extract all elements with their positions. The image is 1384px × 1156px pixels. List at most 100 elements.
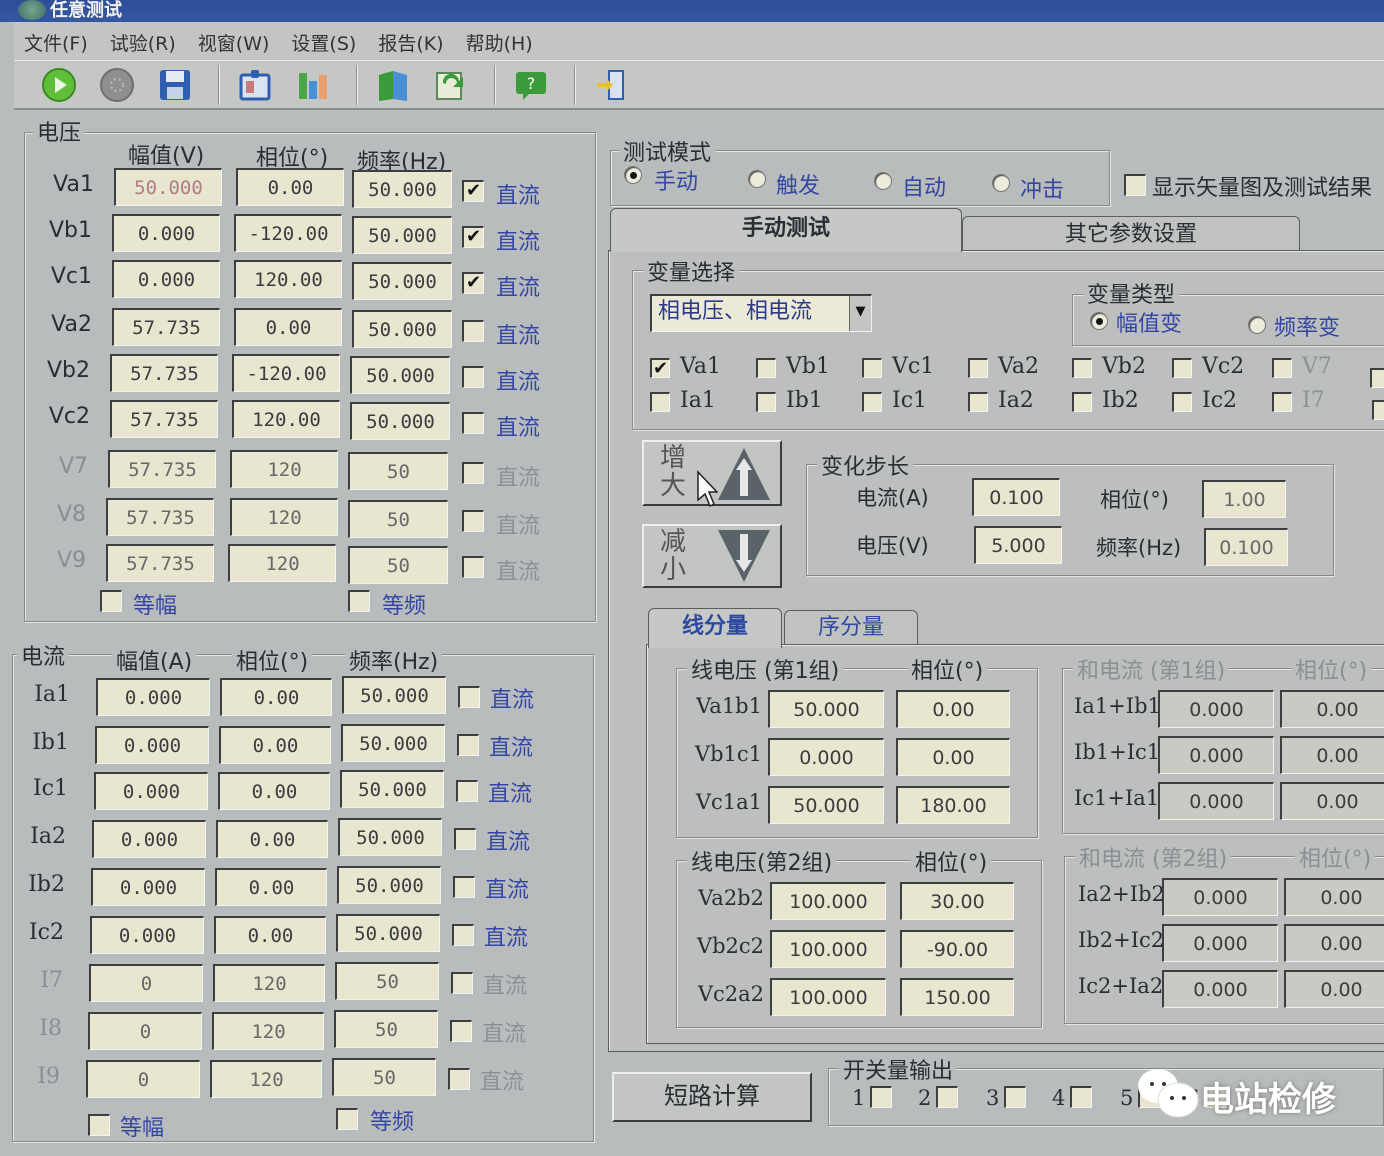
current-amplitude-input[interactable]: 0.000 [90,916,204,954]
current-dc-checkbox[interactable] [458,686,480,708]
variable-checkbox-overflow[interactable] [1370,368,1384,388]
switch-output-checkbox-1[interactable] [870,1086,892,1108]
save-button[interactable] [150,64,200,106]
current-frequency-input[interactable]: 50 [332,1058,436,1096]
current-amplitude-input[interactable]: 0 [89,964,203,1002]
current-frequency-input[interactable]: 50.000 [337,866,441,904]
book-button[interactable] [368,64,418,106]
menu-window[interactable]: 视窗(W) [198,29,270,56]
current-equal-amp-checkbox[interactable] [88,1114,110,1136]
voltage-dc-checkbox[interactable]: ✔ [462,226,484,248]
help-button[interactable]: ? [506,64,556,106]
voltage-dc-checkbox[interactable] [462,412,484,434]
current-frequency-input[interactable]: 50.000 [336,914,440,952]
current-frequency-input[interactable]: 50.000 [341,724,445,762]
refresh-button[interactable] [426,64,476,106]
voltage-amplitude-input[interactable]: 57.735 [108,450,216,488]
switch-output-checkbox-2[interactable] [936,1086,958,1108]
voltage-phase-input[interactable]: 0.00 [234,308,342,346]
current-amplitude-input[interactable]: 0.000 [96,678,210,716]
voltage-phase-input[interactable]: 0.00 [236,168,344,206]
current-frequency-input[interactable]: 50.000 [342,676,446,714]
current-dc-checkbox[interactable] [452,924,474,946]
voltage-frequency-input[interactable]: 50 [348,546,448,584]
current-amplitude-input[interactable]: 0.000 [91,868,205,906]
voltage-frequency-input[interactable]: 50.000 [352,216,452,254]
current-frequency-input[interactable]: 50.000 [340,770,444,808]
voltage-equal-freq-checkbox[interactable] [348,590,370,612]
voltage-dc-checkbox[interactable]: ✔ [462,272,484,294]
variable-checkbox-ia2[interactable] [968,392,988,412]
type-amplitude-radio[interactable] [1090,312,1108,330]
chart-button[interactable] [288,64,338,106]
voltage-phase-input[interactable]: 120 [230,450,338,488]
chevron-down-icon[interactable]: ▼ [849,296,871,331]
voltage-amplitude-input[interactable]: 0.000 [112,214,220,252]
variable-checkbox-ic2[interactable] [1172,392,1192,412]
voltage-frequency-input[interactable]: 50.000 [352,310,452,348]
current-phase-input[interactable]: 0.00 [216,820,328,858]
current-phase-input[interactable]: 0.00 [215,868,327,906]
voltage-dc-checkbox[interactable] [462,510,484,532]
voltage-phase-input[interactable]: 120.00 [234,260,342,298]
tab-line-component[interactable]: 线分量 [648,608,782,648]
variable-checkbox-ib1[interactable] [756,392,776,412]
current-frequency-input[interactable]: 50.000 [338,818,442,856]
variable-checkbox-va2[interactable] [968,358,988,378]
short-circuit-calc-button[interactable]: 短路计算 [612,1072,812,1122]
step-voltage-input[interactable]: 5.000 [974,526,1062,564]
voltage-dc-checkbox[interactable] [462,556,484,578]
voltage-amplitude-input[interactable]: 50.000 [114,168,222,206]
menu-help[interactable]: 帮助(H) [466,29,533,56]
show-vector-checkbox[interactable] [1124,174,1146,196]
current-phase-input[interactable]: 0.00 [219,726,331,764]
mode-impact-radio[interactable] [992,174,1010,192]
current-phase-input[interactable]: 120 [213,964,325,1002]
step-freq-input[interactable]: 0.100 [1204,528,1288,566]
voltage-amplitude-input[interactable]: 57.735 [110,354,218,392]
voltage-equal-amp-checkbox[interactable] [100,590,122,612]
current-dc-checkbox[interactable] [448,1068,470,1090]
tab-manual-test[interactable]: 手动测试 [610,208,962,252]
current-dc-checkbox[interactable] [453,876,475,898]
mode-auto-radio[interactable] [874,172,892,190]
current-amplitude-input[interactable]: 0.000 [94,772,208,810]
voltage-frequency-input[interactable]: 50.000 [352,262,452,300]
voltage-frequency-input[interactable]: 50 [348,500,448,538]
voltage-amplitude-input[interactable]: 57.735 [112,308,220,346]
tab-sequence-component[interactable]: 序分量 [784,610,918,646]
exit-button[interactable] [586,64,636,106]
run-button[interactable] [34,64,84,106]
voltage-phase-input[interactable]: -120.00 [234,214,342,252]
voltage-phase-input[interactable]: 120 [228,544,336,582]
current-dc-checkbox[interactable] [450,1020,472,1042]
voltage-frequency-input[interactable]: 50.000 [352,170,452,208]
voltage-frequency-input[interactable]: 50.000 [350,356,450,394]
tab-other-params[interactable]: 其它参数设置 [962,216,1300,254]
voltage-frequency-input[interactable]: 50 [348,452,448,490]
variable-checkbox-overflow[interactable] [1372,400,1384,420]
menu-settings[interactable]: 设置(S) [291,29,356,56]
variable-checkbox-v7[interactable] [1272,358,1292,378]
report-button[interactable] [230,64,280,106]
variable-checkbox-ia1[interactable] [650,392,670,412]
variable-checkbox-va1[interactable]: ✔ [650,358,670,378]
current-dc-checkbox[interactable] [457,734,479,756]
variable-checkbox-i7[interactable] [1272,392,1292,412]
step-phase-input[interactable]: 1.00 [1202,480,1286,518]
voltage-dc-checkbox[interactable] [462,366,484,388]
variable-checkbox-vc1[interactable] [862,358,882,378]
mode-manual-radio[interactable] [624,166,642,184]
current-amplitude-input[interactable]: 0 [86,1060,200,1098]
current-amplitude-input[interactable]: 0.000 [92,820,206,858]
switch-output-checkbox-4[interactable] [1070,1086,1092,1108]
stop-button[interactable] [92,64,142,106]
current-dc-checkbox[interactable] [451,972,473,994]
variable-checkbox-vb1[interactable] [756,358,776,378]
current-dc-checkbox[interactable] [456,780,478,802]
current-amplitude-input[interactable]: 0 [88,1012,202,1050]
decrease-button[interactable]: 减小 [642,524,782,588]
current-phase-input[interactable]: 0.00 [220,678,332,716]
variable-checkbox-vb2[interactable] [1072,358,1092,378]
current-frequency-input[interactable]: 50 [335,962,439,1000]
